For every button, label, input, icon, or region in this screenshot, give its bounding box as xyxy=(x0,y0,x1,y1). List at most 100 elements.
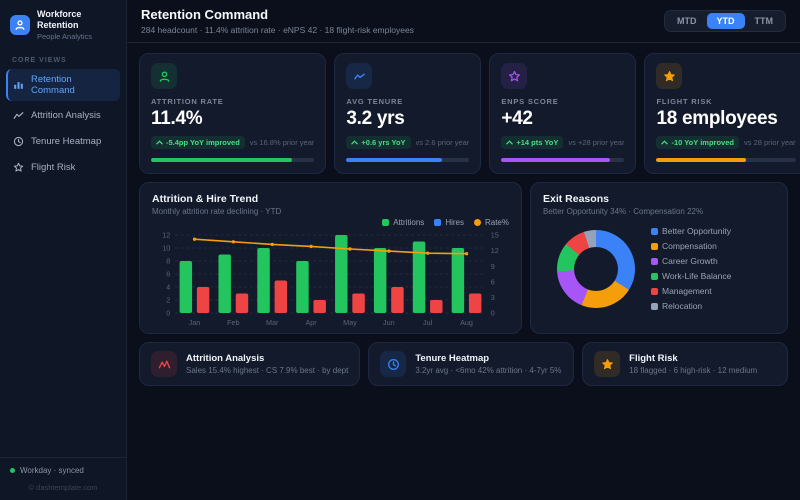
kpi-badge: -5.4pp YoY improved xyxy=(151,136,245,149)
charts-row: Attrition & Hire Trend Monthly attrition… xyxy=(139,182,788,334)
star-icon xyxy=(12,162,24,174)
legend-label: Attritions xyxy=(393,218,425,227)
sidebar-section-label: CORE VIEWS xyxy=(12,56,67,64)
svg-text:Jan: Jan xyxy=(189,318,201,327)
star-icon xyxy=(656,63,683,89)
legend-swatch xyxy=(651,272,658,280)
trend-chart-legend: Attritions Hires Rate% xyxy=(152,218,509,227)
kpi-value: 18 employees xyxy=(656,108,778,129)
app-subtitle: People Analytics xyxy=(37,31,93,41)
kpi-progress-fill xyxy=(151,158,292,162)
legend-label: Hires xyxy=(445,218,464,227)
chart-title: Attrition & Hire Trend xyxy=(152,193,259,205)
tab-mtd[interactable]: MTD xyxy=(667,13,707,29)
exit-reasons-legend: Better Opportunity Compensation Career G… xyxy=(651,226,731,311)
svg-text:Jul: Jul xyxy=(423,318,433,327)
app-window: Workforce Retention People Analytics COR… xyxy=(0,0,800,500)
sidebar-footer: Workday · synced © dashtemplate.com xyxy=(0,457,126,500)
sync-status-text: Workday · synced xyxy=(20,466,84,475)
shortcut-attrition-analysis[interactable]: Attrition Analysis Sales 15.4% highest ·… xyxy=(139,342,361,386)
chart-subtitle: Monthly attrition rate declining · YTD xyxy=(152,207,282,216)
kpi-value: 3.2 yrs xyxy=(346,108,405,129)
clock-icon xyxy=(380,351,407,377)
trend-chart-plot: 0 2 4 6 8 10 12 0 3 6 9 12 15 Jan Feb Mar Apr May Jun Jul Au… xyxy=(152,227,509,327)
sidebar-item-flight-risk[interactable]: Flight Risk xyxy=(6,157,120,179)
shortcut-tenure-heatmap[interactable]: Tenure Heatmap 3.2yr avg · <6mo 42% attr… xyxy=(368,342,575,386)
chart-title: Exit Reasons xyxy=(543,193,609,205)
svg-text:12: 12 xyxy=(491,246,499,255)
legend-label: Rate% xyxy=(484,218,509,227)
svg-text:Feb: Feb xyxy=(227,318,239,327)
trend-icon xyxy=(151,351,177,377)
donut-hole xyxy=(574,246,618,291)
shortcut-subtitle: 3.2yr avg · <6mo 42% attrition · 4-7yr 5… xyxy=(415,366,562,375)
svg-text:Jun: Jun xyxy=(383,318,395,327)
kpi-row: ATTRITION RATE 11.4% -5.4pp YoY improved… xyxy=(139,53,800,174)
shortcut-subtitle: 18 flagged · 6 high-risk · 12 medium xyxy=(629,366,758,375)
svg-text:2: 2 xyxy=(166,295,170,304)
clock-icon xyxy=(12,136,24,148)
legend-swatch xyxy=(651,242,658,250)
svg-text:15: 15 xyxy=(491,230,499,239)
kpi-progress-fill xyxy=(501,158,610,162)
legend-label: Management xyxy=(662,286,712,296)
kpi-card-flight-risk: FLIGHT RISK 18 employees -10 YoY improve… xyxy=(644,53,800,174)
legend-label: Compensation xyxy=(662,241,717,251)
sidebar-item-label: Attrition Analysis xyxy=(31,110,101,122)
sidebar-item-tenure-heatmap[interactable]: Tenure Heatmap xyxy=(6,131,120,153)
kpi-label: AVG TENURE xyxy=(346,97,404,106)
shortcut-row: Attrition Analysis Sales 15.4% highest ·… xyxy=(139,342,788,386)
shortcut-title: Tenure Heatmap xyxy=(415,353,490,364)
svg-text:6: 6 xyxy=(491,277,495,286)
svg-text:Mar: Mar xyxy=(266,318,279,327)
svg-text:3: 3 xyxy=(491,293,495,302)
chart-subtitle: Better Opportunity 34% · Compensation 22… xyxy=(543,207,704,216)
page-subtitle: 284 headcount · 11.4% attrition rate · e… xyxy=(141,25,414,35)
attritions-legend-swatch xyxy=(382,219,390,226)
svg-text:9: 9 xyxy=(491,262,495,271)
kpi-value: +42 xyxy=(501,108,533,129)
app-title: Workforce Retention xyxy=(37,9,82,31)
kpi-progress-fill xyxy=(346,158,443,162)
kpi-label: ATTRITION RATE xyxy=(151,97,224,106)
exit-reasons-donut xyxy=(557,229,635,308)
svg-text:May: May xyxy=(343,318,357,327)
kpi-progress-track xyxy=(151,158,315,162)
hires-legend-swatch xyxy=(434,219,442,226)
legend-label: Work-Life Balance xyxy=(662,271,732,281)
svg-text:4: 4 xyxy=(166,282,170,291)
kpi-card-avg-tenure: AVG TENURE 3.2 yrs +0.6 yrs YoY vs 2.6 p… xyxy=(334,53,482,174)
kpi-progress-track xyxy=(656,158,796,162)
kpi-label: FLIGHT RISK xyxy=(656,97,713,106)
sidebar-item-label: Tenure Heatmap xyxy=(31,136,102,148)
svg-text:12: 12 xyxy=(162,230,170,239)
svg-text:8: 8 xyxy=(166,256,170,265)
kpi-progress-track xyxy=(346,158,470,162)
shortcut-flight-risk[interactable]: Flight Risk 18 flagged · 6 high-risk · 1… xyxy=(582,342,788,386)
sidebar-item-attrition-analysis[interactable]: Attrition Analysis xyxy=(6,105,120,127)
user-icon xyxy=(151,63,177,89)
kpi-badge: +14 pts YoY xyxy=(501,136,564,149)
copyright-text: © dashtemplate.com xyxy=(28,483,98,492)
legend-label: Relocation xyxy=(662,301,703,311)
trend-icon xyxy=(346,63,373,89)
tab-ttm[interactable]: TTM xyxy=(745,13,784,29)
sidebar-item-retention-command[interactable]: Retention Command xyxy=(6,68,120,101)
app-logo: Workforce Retention People Analytics xyxy=(0,0,126,51)
rate-legend-swatch xyxy=(473,219,481,226)
kpi-compare: vs 28 prior year xyxy=(743,138,796,147)
shortcut-title: Flight Risk xyxy=(629,353,678,364)
legend-label: Career Growth xyxy=(662,256,718,266)
content: ATTRITION RATE 11.4% -5.4pp YoY improved… xyxy=(127,43,800,396)
kpi-card-enps-score: ENPS SCORE +42 +14 pts YoY vs +28 prior … xyxy=(489,53,637,174)
exit-reasons-card: Exit Reasons Better Opportunity 34% · Co… xyxy=(530,182,788,334)
page-header: Retention Command 284 headcount · 11.4% … xyxy=(127,0,800,43)
svg-text:0: 0 xyxy=(166,308,170,317)
trend-chart-card: Attrition & Hire Trend Monthly attrition… xyxy=(139,182,522,334)
tab-ytd[interactable]: YTD xyxy=(706,13,745,29)
svg-text:10: 10 xyxy=(162,243,170,252)
user-logo-icon xyxy=(10,14,30,35)
kpi-card-attrition-rate: ATTRITION RATE 11.4% -5.4pp YoY improved… xyxy=(139,53,327,174)
sidebar: Workforce Retention People Analytics COR… xyxy=(0,0,127,500)
sidebar-item-label: Retention Command xyxy=(31,73,75,96)
